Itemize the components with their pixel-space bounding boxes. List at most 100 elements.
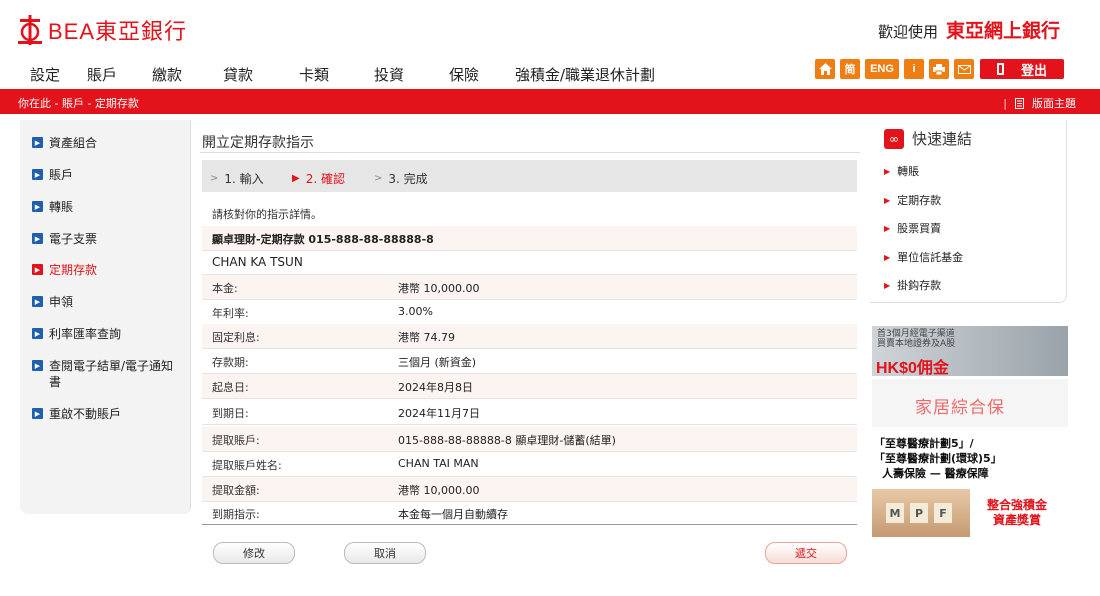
detail-label: 本金:: [212, 282, 238, 295]
sidebar-item-reactivate[interactable]: ▶ 重啟不動賬戶: [32, 406, 182, 422]
home-insurance-banner[interactable]: 家居綜合保: [872, 379, 1068, 427]
printer-glyph-icon: [933, 63, 945, 75]
home-glyph-icon: [818, 63, 832, 75]
quick-link-securities[interactable]: ▶ 股票買賣: [884, 220, 941, 236]
detail-row: 本金: 港幣 10,000.00: [202, 275, 857, 300]
nav-cards[interactable]: 卡類: [299, 64, 374, 85]
modify-button[interactable]: 修改: [213, 542, 295, 564]
detail-value: CHAN TAI MAN: [398, 457, 479, 470]
detail-value: 2024年8月8日: [398, 381, 473, 394]
securities-promo-banner[interactable]: 首3個月經電子渠道 買賣本地證券及A股 HK$0佣金: [872, 326, 1068, 376]
arrow-square-icon: ▶: [32, 201, 43, 212]
sidebar-item-echeque[interactable]: ▶ 電子支票: [32, 231, 182, 247]
sidebar-item-label: 賬戶: [49, 168, 74, 182]
nav-investment[interactable]: 投資: [374, 64, 449, 85]
triangle-right-icon: ▶: [884, 223, 891, 233]
step-label: 2. 確認: [305, 172, 345, 186]
sidebar-item-portfolio[interactable]: ▶ 資產組合: [32, 135, 182, 151]
sidebar-item-claim[interactable]: ▶ 申領: [32, 294, 182, 310]
promo-line: 買賣本地證券及A股: [877, 339, 956, 349]
envelope-glyph-icon: [957, 64, 971, 74]
step-input: >1. 輸入: [210, 170, 264, 187]
sidebar-item-label: 轉賬: [49, 200, 74, 214]
logout-icon: [996, 63, 1004, 75]
medical-insurance-promo[interactable]: 「至尊醫療計劃5」/ 「至尊醫療計劃(環球)5」 人壽保險 — 醫療保障: [874, 436, 1070, 481]
detail-label: 存款期:: [212, 356, 249, 369]
quick-link-unit-trust[interactable]: ▶ 單位信託基金: [884, 249, 963, 265]
quick-link-label: 定期存款: [897, 194, 942, 207]
mail-icon[interactable]: [954, 59, 974, 79]
sidebar-item-estatements[interactable]: ▶ 查閱電子結單/電子通知書: [32, 358, 182, 390]
print-icon[interactable]: [929, 59, 949, 79]
theme-selector[interactable]: | 版面主題: [1003, 95, 1076, 111]
logo-text: BEA東亞銀行: [48, 19, 188, 44]
sidebar-item-label: 定期存款: [49, 263, 98, 277]
bea-logo[interactable]: BEA東亞銀行: [18, 14, 187, 46]
submit-button[interactable]: 遞交: [765, 542, 847, 564]
sidebar-item-label: 利率匯率查詢: [49, 327, 122, 341]
quick-links-panel: ∞ 快速連結 ▶ 轉賬 ▶ 定期存款 ▶ 股票買賣 ▶ 單位信託基金 ▶ 掛鈎存款: [870, 120, 1067, 303]
block-letter: F: [934, 503, 952, 523]
detail-label: 提取金額:: [212, 484, 260, 497]
step-label: 3. 完成: [388, 172, 428, 186]
nav-payments[interactable]: 繳款: [152, 64, 223, 85]
info-icon[interactable]: i: [904, 59, 924, 79]
detail-value: 本金每一個月自動續存: [398, 508, 508, 521]
mpf-promo-banner[interactable]: M P F 整合強積金 資產獎賞: [872, 489, 1068, 537]
sidebar: ▶ 資產組合 ▶ 賬戶 ▶ 轉賬 ▶ 電子支票 ▶ 定期存款 ▶ 申領 ▶ 利率匯率查詢 ▶ 查…: [20, 120, 191, 514]
arrow-square-icon: ▶: [32, 296, 43, 307]
sidebar-item-transfer[interactable]: ▶ 轉賬: [32, 199, 182, 215]
detail-row: 年利率: 3.00%: [202, 300, 857, 325]
detail-value: 港幣 74.79: [398, 331, 455, 344]
quick-link-transfer[interactable]: ▶ 轉賬: [884, 163, 919, 179]
promo-line: 整合強積金: [987, 498, 1048, 512]
arrow-square-icon: ▶: [32, 328, 43, 339]
promo-text: 首3個月經電子渠道 買賣本地證券及A股: [877, 329, 955, 349]
quick-link-label: 轉賬: [897, 165, 920, 178]
divider: |: [1003, 96, 1007, 110]
quick-links-header: ∞ 快速連結: [884, 128, 972, 149]
cancel-button[interactable]: 取消: [344, 542, 426, 564]
sidebar-item-rates[interactable]: ▶ 利率匯率查詢: [32, 326, 182, 342]
english-button[interactable]: ENG: [865, 59, 899, 79]
page-title: 開立定期存款指示: [202, 135, 314, 151]
sidebar-item-accounts[interactable]: ▶ 賬戶: [32, 167, 182, 183]
welcome-banner: 歡迎使用 東亞網上銀行: [878, 16, 1060, 43]
step-confirm: ▶ 2. 確認: [292, 170, 345, 187]
detail-row: 提取金額: 港幣 10,000.00: [202, 477, 857, 502]
sidebar-item-label: 查閱電子結單/電子通知書: [49, 359, 174, 389]
quick-link-linked-deposit[interactable]: ▶ 掛鈎存款: [884, 277, 941, 293]
nav-insurance[interactable]: 保險: [449, 64, 515, 85]
arrow-square-icon: ▶: [32, 137, 43, 148]
mpf-blocks-image: M P F: [872, 489, 970, 537]
quick-link-label: 單位信託基金: [897, 251, 964, 264]
title-divider: [200, 152, 860, 153]
home-icon[interactable]: [815, 59, 835, 79]
block-letter: M: [886, 503, 904, 523]
quick-link-label: 掛鈎存款: [897, 279, 942, 292]
quick-link-time-deposit[interactable]: ▶ 定期存款: [884, 192, 941, 208]
simplified-chinese-button[interactable]: 简: [840, 59, 860, 79]
promo-line: 「至尊醫療計劃(環球)5」: [874, 452, 1002, 465]
account-name-row: CHAN KA TSUN: [202, 250, 857, 275]
instruction-text: 請核對你的指示詳情。: [212, 208, 322, 221]
detail-value: 2024年11月7日: [398, 407, 480, 420]
nav-mpf[interactable]: 強積金/職業退休計劃: [515, 64, 655, 85]
step-indicator: >1. 輸入 ▶ 2. 確認 >3. 完成: [202, 160, 857, 192]
detail-row: 固定利息: 港幣 74.79: [202, 324, 857, 349]
triangle-right-icon: ▶: [884, 195, 891, 205]
arrow-square-icon: ▶: [32, 264, 43, 275]
detail-row: 存款期: 三個月 (新資金): [202, 349, 857, 374]
nav-accounts[interactable]: 賬戶: [87, 64, 152, 85]
step-complete: >3. 完成: [374, 170, 428, 187]
promo-line: 資產獎賞: [993, 513, 1042, 527]
arrow-square-icon: ▶: [32, 408, 43, 419]
nav-settings[interactable]: 設定: [30, 64, 87, 85]
sidebar-item-time-deposit[interactable]: ▶ 定期存款: [32, 262, 182, 278]
detail-value: 港幣 10,000.00: [398, 282, 480, 295]
promo-line: 「至尊醫療計劃5」/: [874, 437, 974, 450]
promo-headline: 家居綜合保: [915, 398, 1005, 418]
main-nav: 設定 賬戶 繳款 貸款 卡類 投資 保險 強積金/職業退休計劃: [30, 64, 655, 85]
nav-loans[interactable]: 貸款: [223, 64, 299, 85]
logout-button[interactable]: 登出: [980, 59, 1064, 79]
